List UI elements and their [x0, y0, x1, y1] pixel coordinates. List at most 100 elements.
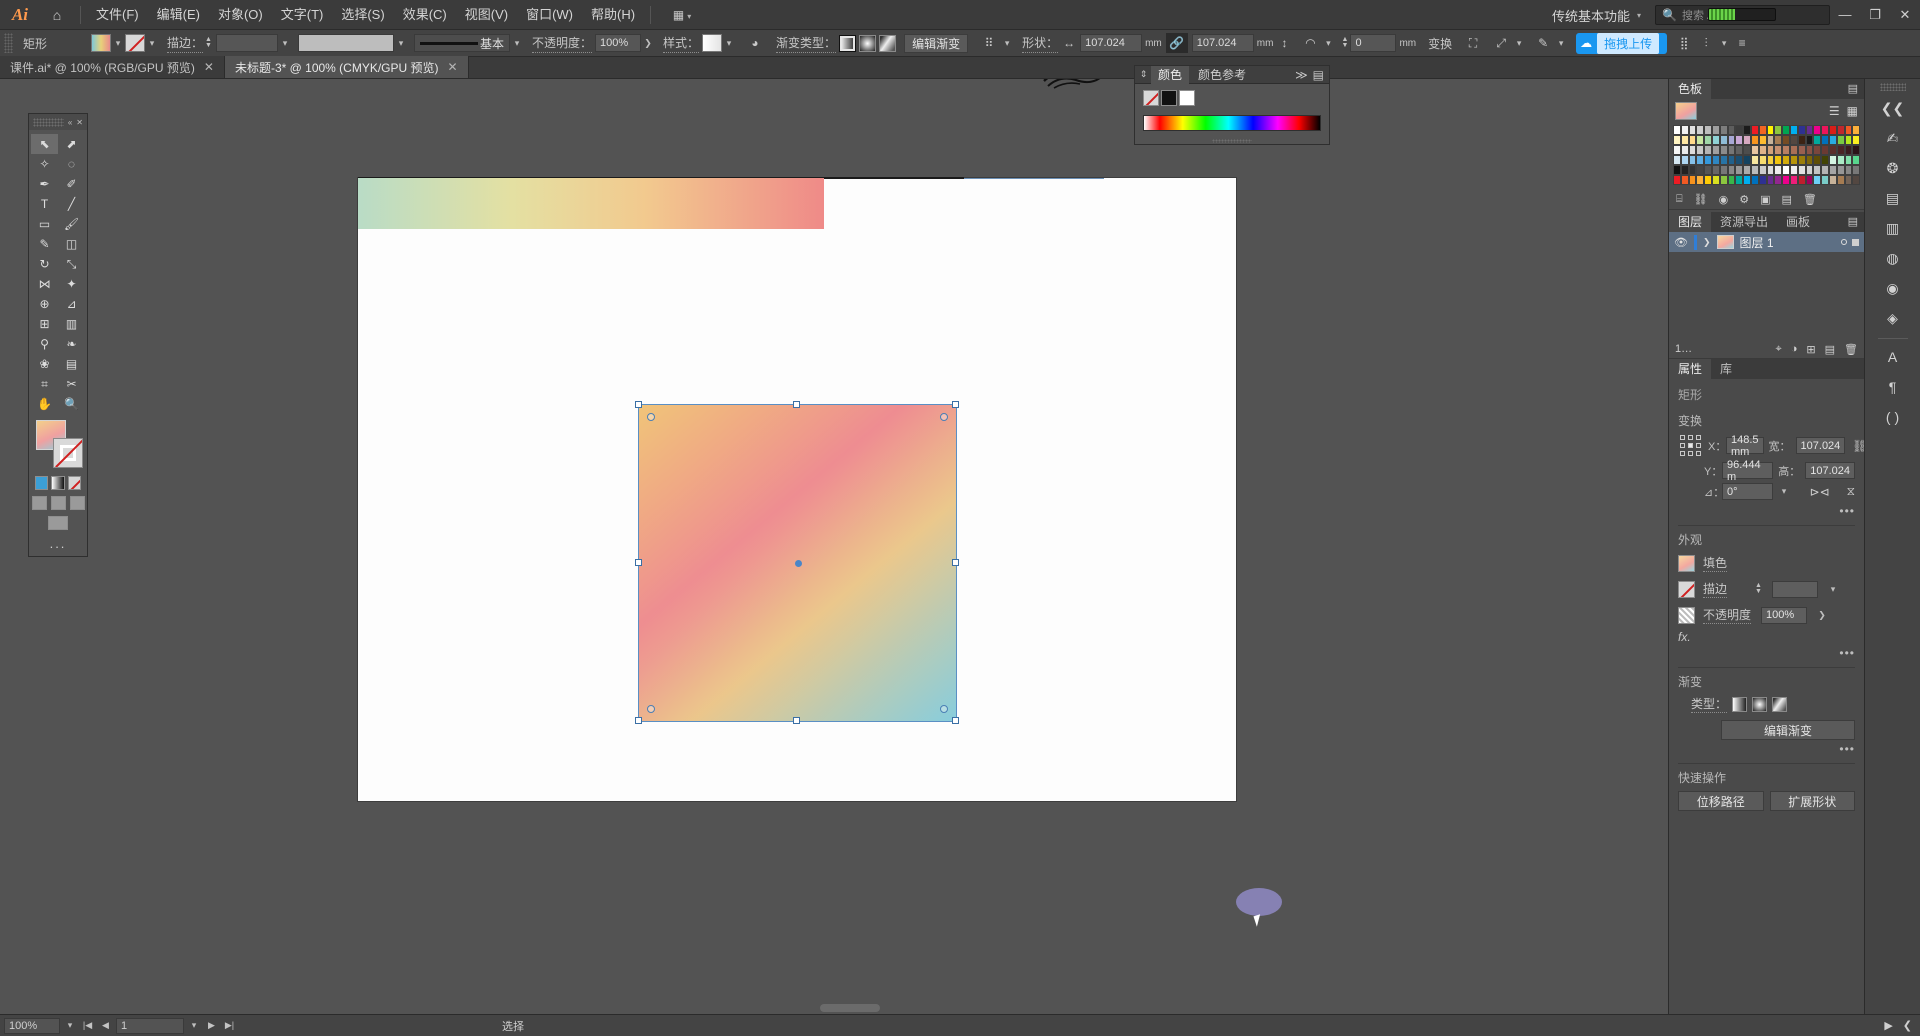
swatch-cell[interactable] — [1813, 145, 1822, 155]
transform-button[interactable]: 变换 — [1428, 35, 1452, 52]
next-artboard-icon[interactable]: ▶ — [204, 1020, 219, 1031]
swatch-cell[interactable] — [1774, 175, 1783, 185]
swatch-cell[interactable] — [1704, 135, 1712, 145]
swatch-cell[interactable] — [1828, 125, 1837, 135]
current-swatch[interactable] — [1675, 102, 1697, 120]
swatch-cell[interactable] — [1821, 175, 1829, 185]
rail-glyphs-icon[interactable]: ( ) — [1876, 403, 1910, 431]
selection-handle-tl[interactable] — [635, 401, 642, 408]
layer-select-icon[interactable] — [1852, 238, 1859, 246]
swatch-cell[interactable] — [1750, 155, 1759, 165]
swatch-cell[interactable] — [1727, 155, 1736, 165]
align-icon[interactable]: ⠿ — [978, 33, 1000, 53]
zoom-tool[interactable]: 🔍 — [58, 394, 85, 414]
swatch-cell[interactable] — [1821, 145, 1829, 155]
swatch-cell[interactable] — [1821, 165, 1829, 175]
swatch-cell[interactable] — [1821, 155, 1829, 165]
anchor-bl[interactable] — [1680, 451, 1685, 456]
corner-radius-widget-tr[interactable] — [940, 413, 948, 421]
menu-window[interactable]: 窗口(W) — [517, 0, 582, 30]
swatch-cell[interactable] — [1719, 165, 1728, 175]
tab-color-guide[interactable]: 颜色参考 — [1191, 66, 1253, 84]
last-artboard-icon[interactable]: ▶| — [222, 1020, 237, 1031]
swatch-cell[interactable] — [1797, 155, 1806, 165]
opacity-expand-icon[interactable]: ❯ — [1815, 610, 1829, 621]
blend-tool[interactable]: ❧ — [58, 334, 85, 354]
color-panel-collapse-icon[interactable]: ≫ — [1295, 68, 1308, 82]
maximize-button[interactable]: ❐ — [1860, 0, 1890, 30]
swatch-cell[interactable] — [1704, 125, 1712, 135]
radial-gradient-button[interactable] — [859, 34, 877, 52]
swatch-cell[interactable] — [1673, 155, 1681, 165]
tools-close-icon[interactable]: ✕ — [76, 118, 83, 127]
edit-toolbar-icon[interactable]: ... — [29, 533, 87, 556]
appearance-fill-swatch[interactable] — [1678, 554, 1695, 572]
swatch-cell[interactable] — [1727, 165, 1736, 175]
swatch-cell[interactable] — [1813, 125, 1822, 135]
swatch-cell[interactable] — [1711, 165, 1720, 175]
menu-effect[interactable]: 效果(C) — [394, 0, 456, 30]
swatch-cell[interactable] — [1750, 165, 1759, 175]
selection-handle-bc[interactable] — [793, 717, 800, 724]
appearance-stroke-weight-field[interactable] — [1772, 580, 1819, 598]
rail-transparency-icon[interactable]: ◍ — [1876, 244, 1910, 272]
gradient-rectangle-shape[interactable] — [638, 404, 957, 722]
panel-menu-icon[interactable]: ≡ — [1731, 33, 1753, 53]
anchor-bc[interactable] — [1688, 451, 1693, 456]
swatch-cell[interactable] — [1696, 165, 1705, 175]
layer-row[interactable]: 👁 ❯ 图层 1 — [1669, 232, 1864, 252]
swatch-cell[interactable] — [1673, 135, 1681, 145]
swatches-grid[interactable] — [1669, 123, 1864, 189]
swatch-cell[interactable] — [1766, 155, 1775, 165]
appearance-fx-button[interactable]: fx. — [1669, 628, 1864, 644]
swatch-cell[interactable] — [1711, 125, 1720, 135]
swatch-cell[interactable] — [1797, 165, 1806, 175]
swatch-new-icon[interactable]: ▤ — [1781, 193, 1791, 206]
swatch-cell[interactable] — [1774, 165, 1783, 175]
swatch-cell[interactable] — [1758, 135, 1767, 145]
corner-radius-stepper[interactable]: ▲ ▼ — [1339, 36, 1350, 49]
rail-brushes-icon[interactable]: ✍ — [1876, 124, 1910, 152]
swatch-cell[interactable] — [1688, 175, 1697, 185]
angle-field[interactable]: 0° — [1722, 483, 1773, 500]
swatch-cell[interactable] — [1727, 135, 1736, 145]
swatch-cell[interactable] — [1852, 135, 1861, 145]
rail-paragraph-icon[interactable]: ¶ — [1876, 373, 1910, 401]
gradient-freeform-button[interactable] — [1772, 696, 1788, 712]
swatch-cell[interactable] — [1766, 165, 1775, 175]
rail-appearance-icon[interactable]: ◉ — [1876, 274, 1910, 302]
swatch-cell[interactable] — [1735, 165, 1744, 175]
eraser-tool[interactable]: ◫ — [58, 234, 85, 254]
swatch-cell[interactable] — [1735, 145, 1744, 155]
swatch-cell[interactable] — [1805, 125, 1814, 135]
color-panel-menu-icon[interactable]: ▤ — [1313, 68, 1324, 82]
document-tab-2-close-icon[interactable]: ✕ — [448, 60, 458, 74]
swatch-cell[interactable] — [1852, 145, 1861, 155]
document-tab-2[interactable]: 未标题-3* @ 100% (CMYK/GPU 预览) ✕ — [224, 56, 469, 78]
grid-view-icon[interactable]: ⣿ — [1673, 33, 1695, 53]
first-artboard-icon[interactable]: |◀ — [80, 1020, 95, 1031]
style-chevron-icon[interactable]: ▾ — [722, 38, 736, 49]
layers-locate-object-icon[interactable]: ⌖ — [1776, 343, 1782, 356]
graphic-style-swatch[interactable] — [702, 34, 723, 52]
artboard-number-field[interactable]: 1 — [116, 1017, 184, 1034]
layer-visibility-eye-icon[interactable]: 👁 — [1674, 236, 1688, 249]
swatch-cell[interactable] — [1836, 145, 1845, 155]
swatch-cell[interactable] — [1673, 175, 1681, 185]
swatch-cell[interactable] — [1735, 125, 1744, 135]
swatch-cell[interactable] — [1852, 165, 1861, 175]
swatch-cell[interactable] — [1805, 145, 1814, 155]
appearance-opacity-field[interactable]: 100% — [1761, 606, 1808, 624]
swatch-options-icon[interactable]: ⚙ — [1739, 193, 1749, 206]
expand-shape-button[interactable]: 扩展形状 — [1769, 791, 1855, 811]
swatch-cell[interactable] — [1782, 125, 1790, 135]
selection-handle-ml[interactable] — [635, 559, 642, 566]
swatch-cell[interactable] — [1743, 125, 1751, 135]
stroke-weight-chevron-icon[interactable]: ▾ — [278, 38, 292, 49]
align-chevron-icon[interactable]: ▾ — [1000, 38, 1014, 49]
swatch-cell[interactable] — [1805, 135, 1814, 145]
anchor-mc[interactable] — [1688, 443, 1693, 448]
tools-panel-header[interactable]: « ✕ — [29, 114, 87, 130]
swatch-cell[interactable] — [1828, 165, 1837, 175]
rotate-tool[interactable]: ↻ — [31, 254, 58, 274]
